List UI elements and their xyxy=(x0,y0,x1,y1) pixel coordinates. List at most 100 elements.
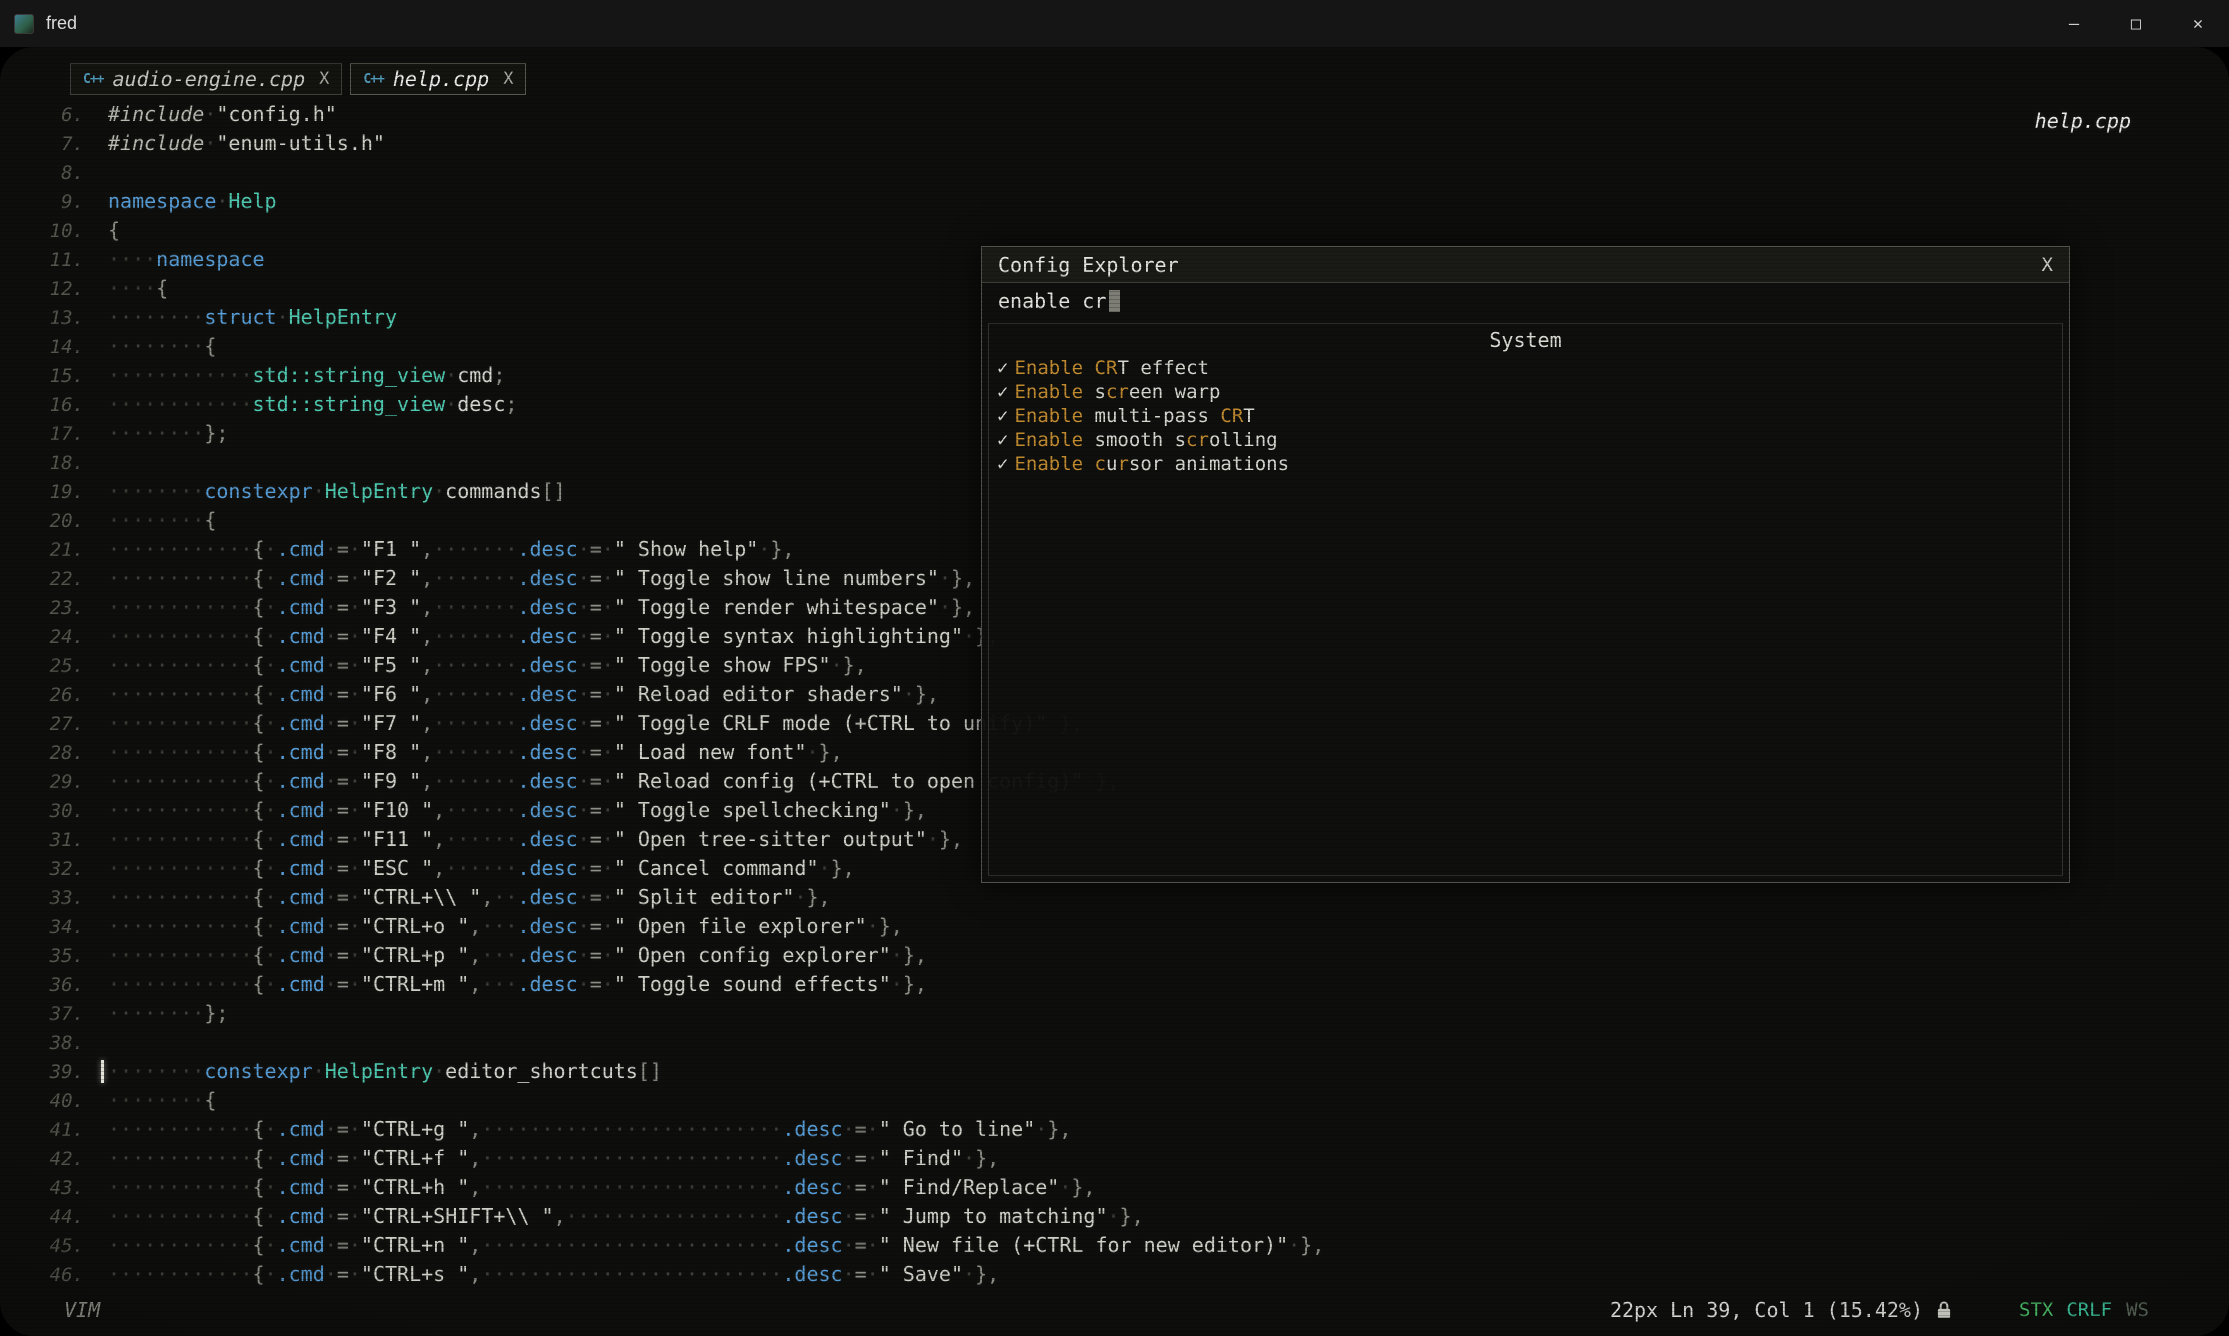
close-button[interactable]: ✕ xyxy=(2167,0,2229,47)
match-highlight-text: CR xyxy=(1220,405,1243,427)
code-text: ············{·.cmd·=·"CTRL+p ",···.desc·… xyxy=(108,943,927,967)
line-number: 16. xyxy=(0,391,84,420)
code-text: ············{·.cmd·=·"F2 ",·······.desc·… xyxy=(108,566,975,590)
line-number: 9. xyxy=(0,188,84,217)
code-line-39[interactable]: 39.········constexpr·HelpEntry·editor_sh… xyxy=(0,1057,2229,1086)
code-text: ············{·.cmd·=·"CTRL+s ",·········… xyxy=(108,1262,999,1286)
config-explorer-popup: Config Explorer X enable cr System ✓Enab… xyxy=(981,246,2070,883)
line-number: 35. xyxy=(0,942,84,971)
maximize-button[interactable]: □ xyxy=(2105,0,2167,47)
match-highlight-text: cr xyxy=(1106,381,1129,403)
match-highlight-text: Enable xyxy=(1014,453,1083,475)
checkbox-checked-icon[interactable]: ✓ xyxy=(997,405,1008,427)
popup-title: Config Explorer xyxy=(998,253,1179,277)
status-flag-stx[interactable]: STX xyxy=(2019,1299,2053,1321)
code-line-6[interactable]: 6.#include·"config.h" xyxy=(0,100,2229,129)
code-text: ············{·.cmd·=·"ESC ",······.desc·… xyxy=(108,856,855,880)
code-line-7[interactable]: 7. #include·"enum-utils.h" xyxy=(0,129,2229,158)
code-text: ············{·.cmd·=·"F4 ",·······.desc·… xyxy=(108,624,999,648)
config-option-row[interactable]: ✓Enable cursor animations xyxy=(997,452,2062,476)
line-number: 46. xyxy=(0,1261,84,1290)
code-line-44[interactable]: 44.············{·.cmd·=·"CTRL+SHIFT+\\ "… xyxy=(0,1202,2229,1231)
code-text: ········struct·HelpEntry xyxy=(108,305,397,329)
code-text: ····{ xyxy=(108,276,168,300)
code-line-33[interactable]: 33.············{·.cmd·=·"CTRL+\\ ",··.de… xyxy=(0,883,2229,912)
code-text: ········{ xyxy=(108,508,216,532)
code-line-42[interactable]: 42. ············{·.cmd·=·"CTRL+f ",······… xyxy=(0,1144,2229,1173)
code-line-40[interactable]: 40.········{ xyxy=(0,1086,2229,1115)
line-number: 42. xyxy=(0,1145,84,1174)
tab-close-button[interactable]: X xyxy=(319,69,329,89)
line-number: 17. xyxy=(0,420,84,449)
checkbox-checked-icon[interactable]: ✓ xyxy=(997,381,1008,403)
file-indicator: help.cpp xyxy=(2035,109,2131,133)
line-number: 10. xyxy=(0,217,84,246)
titlebar: fred — □ ✕ xyxy=(0,0,2229,47)
code-text: ············{·.cmd·=·"F11 ",······.desc·… xyxy=(108,827,963,851)
code-line-41[interactable]: 41.············{·.cmd·=·"CTRL+g ",······… xyxy=(0,1115,2229,1144)
minimize-button[interactable]: — xyxy=(2043,0,2105,47)
config-option-row[interactable]: ✓Enable multi-pass CRT xyxy=(997,404,2062,428)
checkbox-checked-icon[interactable]: ✓ xyxy=(997,357,1008,379)
code-line-36[interactable]: 36.············{·.cmd·=·"CTRL+m ",···.de… xyxy=(0,970,2229,999)
option-label-text: smooth s xyxy=(1083,429,1186,451)
tab-close-button[interactable]: X xyxy=(503,69,513,89)
code-line-38[interactable]: 38. xyxy=(0,1028,2229,1057)
code-text: ············{·.cmd·=·"CTRL+f ",·········… xyxy=(108,1146,999,1170)
code-text: ····namespace xyxy=(108,247,265,271)
config-option-row[interactable]: ✓Enable CRT effect xyxy=(997,356,2062,380)
status-bar: VIM 22px Ln 39, Col 1 (15.42%) STX CRLF … xyxy=(0,1290,2229,1336)
code-line-45[interactable]: 45.············{·.cmd·=·"CTRL+n ",······… xyxy=(0,1231,2229,1260)
code-text: ········{ xyxy=(108,1088,216,1112)
config-search-input[interactable]: enable cr xyxy=(982,283,2069,319)
popup-close-button[interactable]: X xyxy=(2042,254,2053,276)
code-text: ············std::string_view·cmd; xyxy=(108,363,505,387)
config-option-row[interactable]: ✓Enable smooth scrolling xyxy=(997,428,2062,452)
match-highlight-text: c xyxy=(1095,453,1106,475)
code-line-43[interactable]: 43.············{·.cmd·=·"CTRL+h ",······… xyxy=(0,1173,2229,1202)
option-label-text: T effect xyxy=(1117,357,1209,379)
code-line-37[interactable]: 37.········}; xyxy=(0,999,2229,1028)
status-flag-crlf[interactable]: CRLF xyxy=(2066,1299,2112,1321)
config-items-list: ✓Enable CRT effect✓Enable screen warp✓En… xyxy=(989,356,2062,476)
tab-audio-engine.cpp[interactable]: C++audio-engine.cppX xyxy=(70,63,342,95)
line-number: 14. xyxy=(0,333,84,362)
code-text: ········{ xyxy=(108,334,216,358)
option-label-text: sor animations xyxy=(1129,453,1289,475)
line-number: 19. xyxy=(0,478,84,507)
code-line-46[interactable]: 46. ············{·.cmd·=·"CTRL+s ",······… xyxy=(0,1260,2229,1289)
lock-icon xyxy=(1935,1300,1953,1320)
code-line-34[interactable]: 34.············{·.cmd·=·"CTRL+o ",···.de… xyxy=(0,912,2229,941)
app-title: fred xyxy=(46,13,77,34)
cpp-file-icon: C++ xyxy=(363,72,383,87)
code-line-8[interactable]: 8. xyxy=(0,158,2229,187)
line-number: 44. xyxy=(0,1203,84,1232)
line-number: 18. xyxy=(0,449,84,478)
code-text: namespace·Help xyxy=(108,189,277,213)
line-number: 13. xyxy=(0,304,84,333)
option-label-text xyxy=(1083,357,1094,379)
line-number: 24. xyxy=(0,623,84,652)
line-number: 38. xyxy=(0,1029,84,1058)
code-text: ········}; xyxy=(108,421,228,445)
code-line-9[interactable]: 9. namespace·Help xyxy=(0,187,2229,216)
checkbox-checked-icon[interactable]: ✓ xyxy=(997,453,1008,475)
code-line-35[interactable]: 35. ············{·.cmd·=·"CTRL+p ",···.de… xyxy=(0,941,2229,970)
line-number: 15. xyxy=(0,362,84,391)
line-number: 7. xyxy=(0,130,84,159)
code-text: { xyxy=(108,218,120,242)
option-label-text: olling xyxy=(1209,429,1278,451)
tab-help.cpp[interactable]: C++help.cppX xyxy=(350,63,526,95)
status-flag-ws[interactable]: WS xyxy=(2126,1299,2149,1321)
line-number: 41. xyxy=(0,1116,84,1145)
checkbox-checked-icon[interactable]: ✓ xyxy=(997,429,1008,451)
code-text: #include·"enum-utils.h" xyxy=(108,131,385,155)
config-option-row[interactable]: ✓Enable screen warp xyxy=(997,380,2062,404)
popup-titlebar: Config Explorer X xyxy=(982,247,2069,283)
text-cursor-block xyxy=(1109,290,1120,312)
code-text: ············{·.cmd·=·"CTRL+h ",·········… xyxy=(108,1175,1095,1199)
code-text: ············{·.cmd·=·"F10 ",······.desc·… xyxy=(108,798,927,822)
line-number: 33. xyxy=(0,884,84,913)
code-line-10[interactable]: 10. { xyxy=(0,216,2229,245)
tab-bar: C++audio-engine.cppXC++help.cppX xyxy=(70,63,526,95)
